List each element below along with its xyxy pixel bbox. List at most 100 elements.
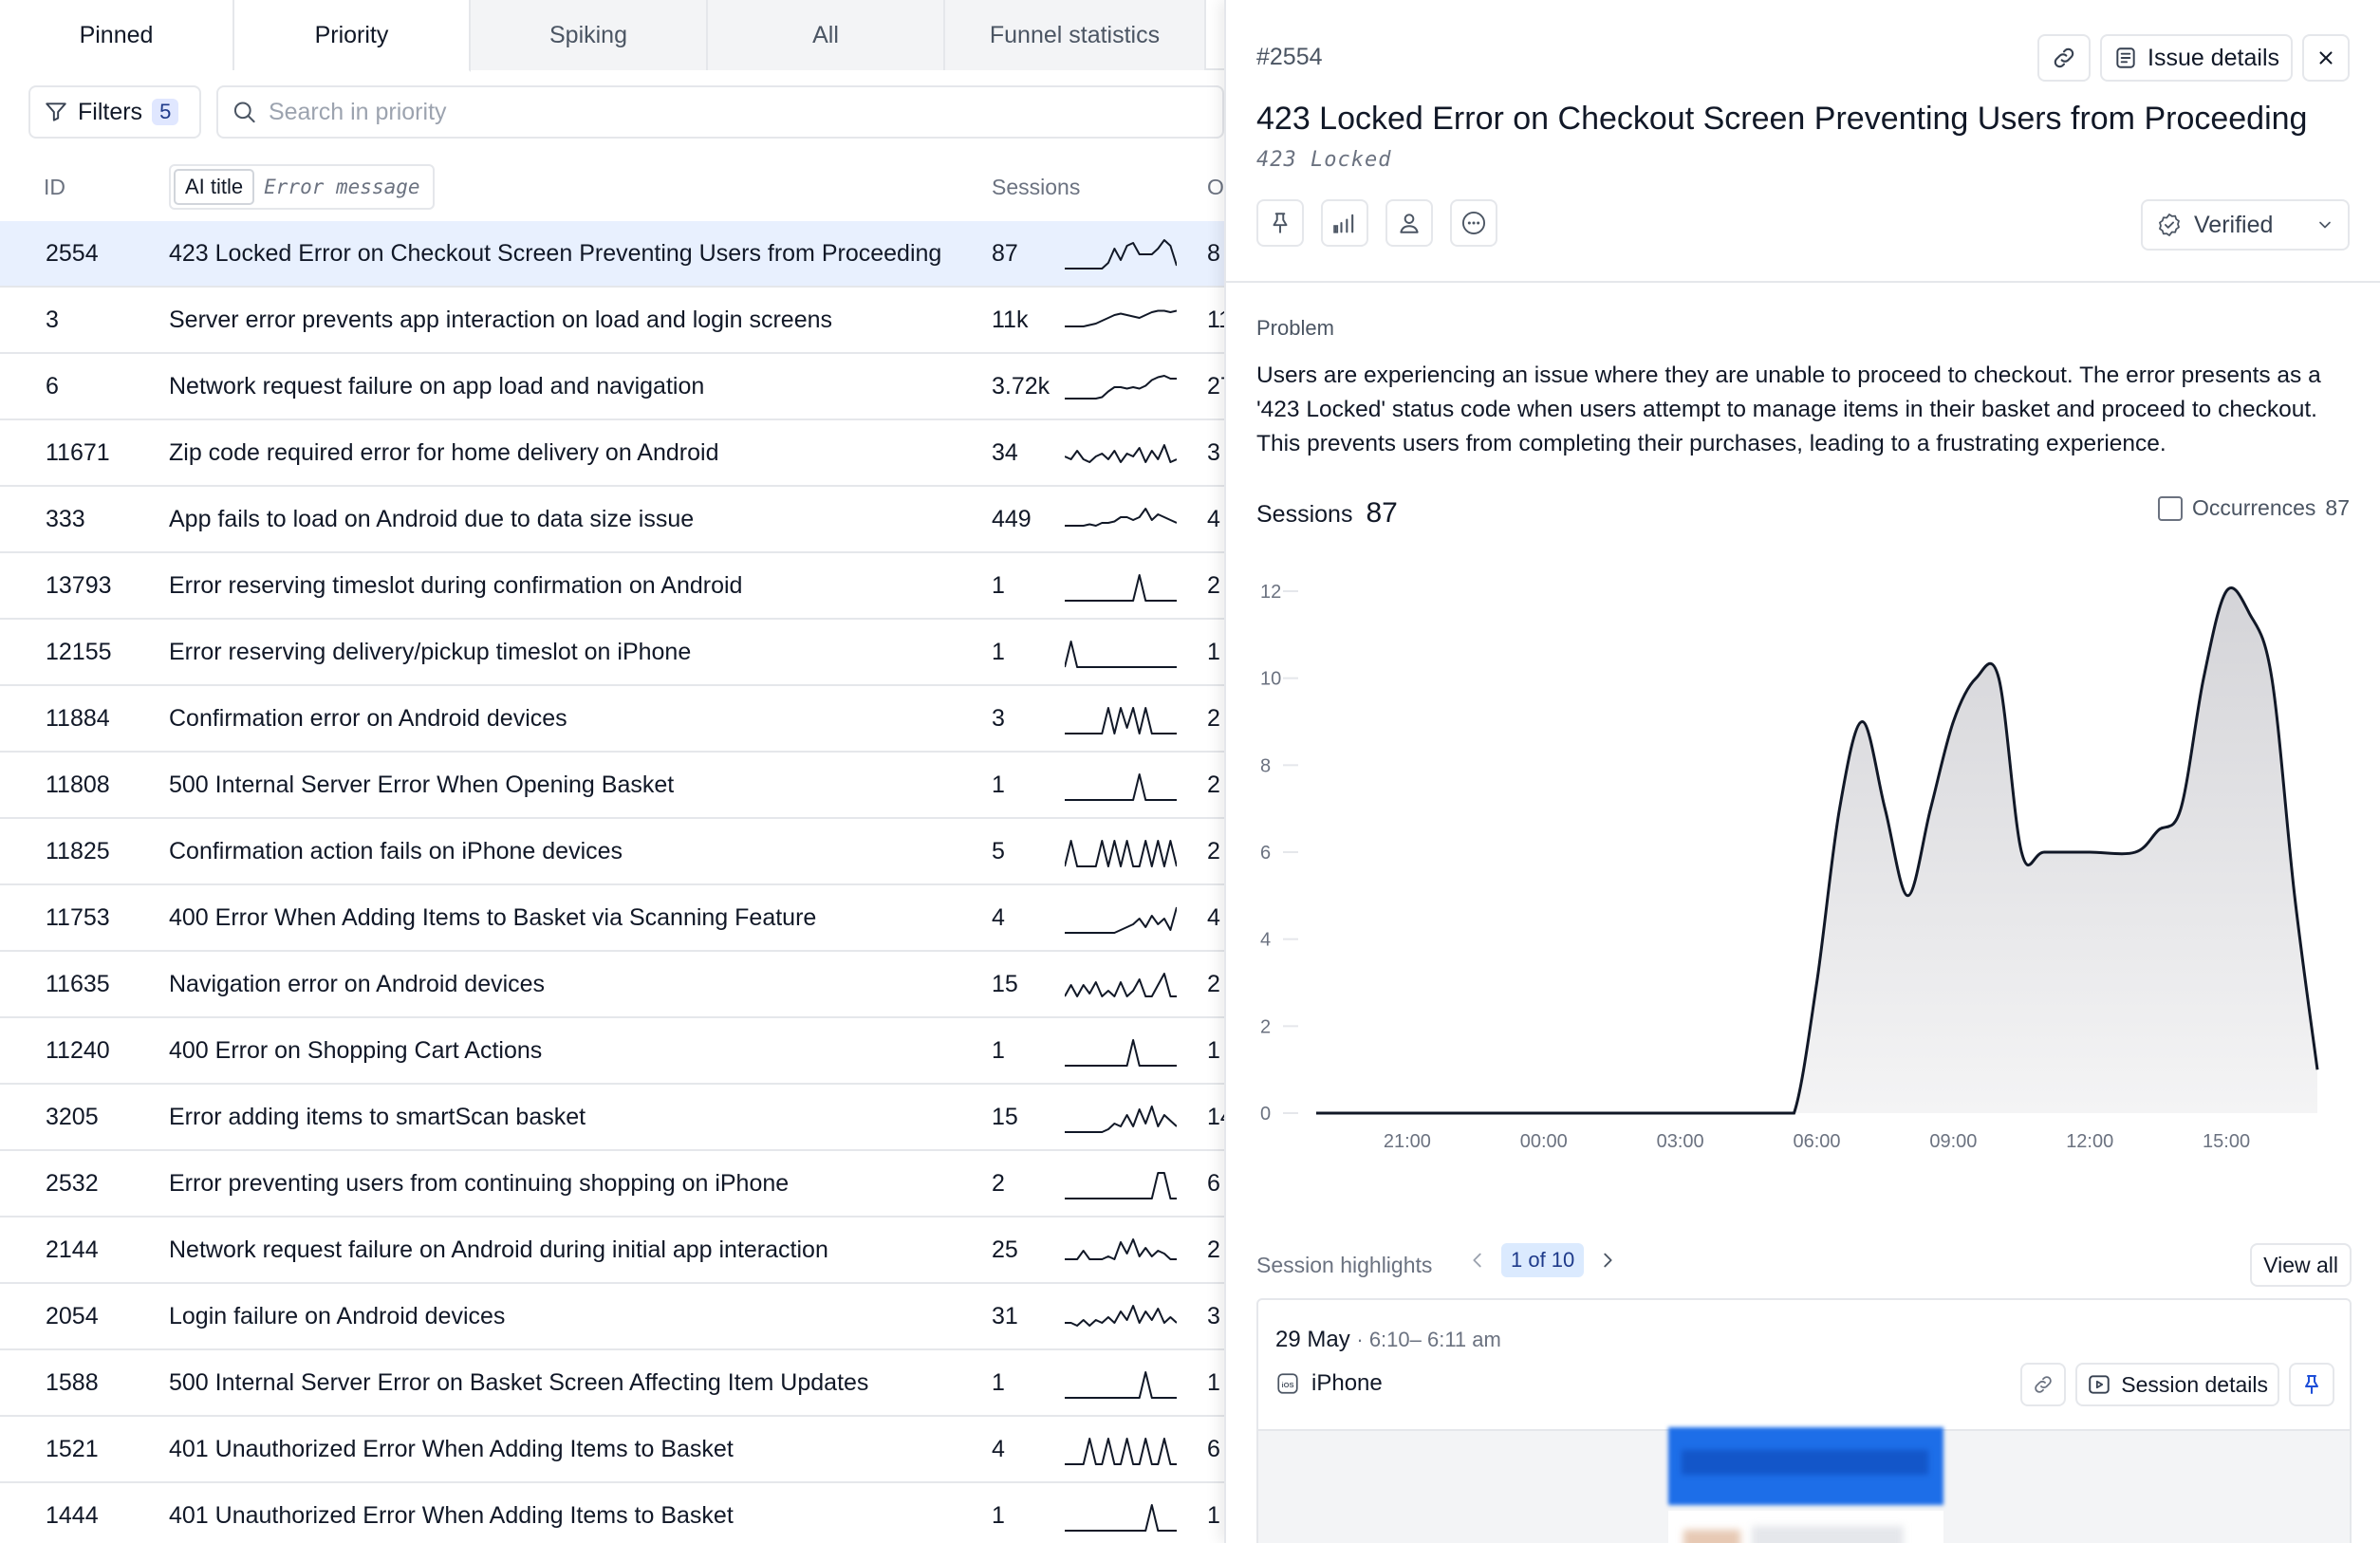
occurrences-cell: 1 (1207, 1369, 1220, 1396)
table-row[interactable]: 13793 Error reserving timeslot during con… (0, 553, 1224, 620)
sessions-cell: 3.72k (992, 373, 1051, 400)
occurrences-cell: 6 (1207, 1436, 1220, 1462)
blurred-preview-text (1752, 1526, 1904, 1543)
session-device: iOS iPhone (1275, 1370, 1383, 1397)
occurrences-cell: 2 (1207, 572, 1220, 599)
table-row[interactable]: 3205 Error adding items to smartScan bask… (0, 1085, 1224, 1151)
sparkline-path (1065, 1238, 1177, 1260)
problem-description: Users are experiencing an issue where th… (1256, 363, 2321, 456)
assign-user-button[interactable] (1385, 199, 1433, 247)
copy-session-link-button[interactable] (2020, 1363, 2067, 1406)
sessions-sparkline (1065, 1438, 1177, 1465)
issue-title-cell: Error preventing users from continuing s… (169, 1170, 790, 1197)
table-row[interactable]: 11240 400 Error on Shopping Cart Actions 1… (0, 1018, 1224, 1085)
sessions-sparkline (1065, 375, 1177, 400)
table-row[interactable]: 6 Network request failure on app load and… (0, 354, 1224, 420)
occurrences-cell: 4 (1207, 904, 1220, 931)
table-row[interactable]: 2532 Error preventing users from continui… (0, 1151, 1224, 1218)
tab-all[interactable]: All (708, 0, 945, 70)
pin-session-button[interactable] (2289, 1363, 2334, 1406)
sessions-cell: 87 (992, 240, 1018, 267)
copy-link-button[interactable] (2037, 34, 2092, 82)
close-panel-button[interactable] (2302, 34, 2350, 82)
column-header-occurrences[interactable]: O (1207, 175, 1224, 200)
occurrences-cell: 1 (1207, 1037, 1220, 1064)
table-row[interactable]: 11671 Zip code required error for home de… (0, 420, 1224, 487)
sparkline-path (1065, 773, 1177, 801)
session-details-label: Session details (2121, 1371, 2268, 1397)
table-row[interactable]: 1444 401 Unauthorized Error When Adding I… (0, 1483, 1224, 1543)
occurrences-toggle[interactable]: Occurrences 87 (2158, 495, 2350, 521)
title-mode-toggle: AI title Error message (169, 164, 435, 210)
sessions-sparkline (1065, 707, 1177, 734)
status-value: Verified (2194, 211, 2274, 238)
sessions-cell: 31 (992, 1303, 1018, 1329)
sessions-cell: 4 (992, 904, 1005, 931)
issue-title-cell: Network request failure on app load and … (169, 373, 705, 400)
view-all-button[interactable]: View all (2250, 1243, 2352, 1287)
sparkline-path (1065, 444, 1177, 463)
blurred-preview-image (1683, 1530, 1740, 1543)
chevron-left-icon[interactable] (1467, 1250, 1488, 1271)
issue-details-button[interactable]: Issue details (2100, 34, 2293, 82)
column-header-id[interactable]: ID (44, 175, 65, 200)
sparkline-path (1065, 1504, 1177, 1532)
occurrences-checkbox[interactable] (2158, 495, 2184, 521)
session-highlights-label: Session highlights (1256, 1253, 1433, 1277)
pin-icon (2305, 1375, 2318, 1394)
table-row[interactable]: 1521 401 Unauthorized Error When Adding I… (0, 1417, 1224, 1483)
sessions-cell: 449 (992, 506, 1032, 532)
session-device-name: iPhone (1311, 1370, 1383, 1396)
table-row[interactable]: 2554 423 Locked Error on Checkout Screen … (0, 221, 1224, 288)
tab-spiking[interactable]: Spiking (471, 0, 708, 70)
issue-id-cell: 11671 (46, 439, 110, 466)
problem-label: Problem (1256, 316, 1334, 340)
session-details-button[interactable]: Session details (2075, 1363, 2279, 1406)
pin-button[interactable] (1256, 199, 1304, 247)
tab-pinned[interactable]: Pinned (0, 0, 234, 70)
user-icon (1400, 214, 1419, 233)
table-row[interactable]: 333 App fails to load on Android due to d… (0, 487, 1224, 553)
table-row[interactable]: 2144 Network request failure on Android d… (0, 1218, 1224, 1284)
session-highlight-card[interactable]: 29 May · 6:10– 6:11 am iOS iPhone Sessio… (1256, 1298, 2352, 1543)
issue-id-cell: 12155 (46, 639, 112, 665)
chevron-right-icon[interactable] (1597, 1250, 1618, 1271)
tab-priority[interactable]: Priority (234, 0, 471, 72)
error-message-toggle[interactable]: Error message (254, 169, 429, 205)
issue-title-cell: 423 Locked Error on Checkout Screen Prev… (169, 240, 942, 267)
issue-title-cell: 500 Internal Server Error on Basket Scre… (169, 1369, 869, 1396)
more-options-button[interactable] (1450, 199, 1497, 247)
x-tick-label: 12:00 (2066, 1131, 2113, 1152)
table-row[interactable]: 12155 Error reserving delivery/pickup tim… (0, 620, 1224, 686)
table-row[interactable]: 11753 400 Error When Adding Items to Bask… (0, 885, 1224, 952)
filters-button[interactable]: Filters 5 (28, 85, 201, 139)
tab-funnel-statistics[interactable]: Funnel statistics (945, 0, 1206, 70)
issue-id-cell: 3205 (46, 1104, 99, 1130)
table-row[interactable]: 11825 Confirmation action fails on iPhone… (0, 819, 1224, 885)
session-replay-preview[interactable] (1258, 1427, 2350, 1543)
sparkline-path (1065, 375, 1177, 400)
issue-action-icons (1256, 199, 1497, 247)
table-row[interactable]: 3 Server error prevents app interaction o… (0, 288, 1224, 354)
issue-id-cell: 2144 (46, 1236, 99, 1263)
sparkline-path (1065, 309, 1177, 327)
table-row[interactable]: 11808 500 Internal Server Error When Open… (0, 753, 1224, 819)
sparkline-path (1065, 1039, 1177, 1067)
sessions-sparkline (1065, 840, 1177, 867)
table-row[interactable]: 1588 500 Internal Server Error on Basket … (0, 1350, 1224, 1417)
sessions-sparkline (1065, 1305, 1177, 1327)
ai-title-toggle[interactable]: AI title (174, 169, 255, 205)
column-header-sessions[interactable]: Sessions (992, 175, 1080, 200)
sparkline-path (1065, 641, 1177, 668)
occurrences-cell: 2 (1207, 772, 1220, 798)
sessions-cell: 25 (992, 1236, 1018, 1263)
table-row[interactable]: 2054 Login failure on Android devices 31 3 (0, 1284, 1224, 1350)
status-dropdown[interactable]: Verified (2141, 199, 2350, 251)
table-row[interactable]: 11635 Navigation error on Android devices… (0, 952, 1224, 1018)
occurrences-cell: 1 (1207, 1502, 1220, 1529)
search-input[interactable] (268, 98, 1209, 126)
analytics-button[interactable] (1321, 199, 1368, 247)
table-row[interactable]: 11884 Confirmation error on Android devic… (0, 686, 1224, 753)
sessions-sparkline (1065, 574, 1177, 602)
y-tick-label: 4 (1260, 930, 1271, 951)
